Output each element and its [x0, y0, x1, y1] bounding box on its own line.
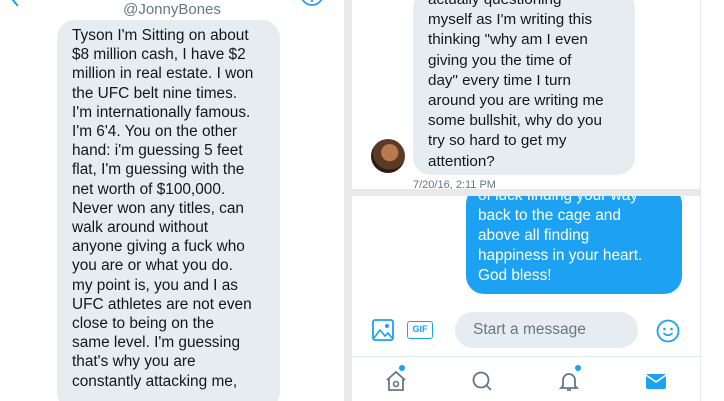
- notifications-icon[interactable]: [557, 369, 581, 393]
- home-icon[interactable]: [384, 369, 408, 393]
- message-timestamp: 7/20/16, 2:11 PM: [413, 179, 496, 189]
- info-icon[interactable]: [300, 0, 324, 10]
- right-bottom-conversation-screenshot: of luck finding your way back to the cag…: [352, 196, 700, 401]
- adjacent-screenshot-edge: [700, 0, 724, 401]
- gif-button[interactable]: GIF: [407, 321, 433, 339]
- home-notification-dot: [399, 365, 405, 371]
- avatar[interactable]: [371, 139, 405, 173]
- message-text: actually questioning myself as I'm writi…: [428, 0, 604, 170]
- message-input[interactable]: [455, 312, 638, 348]
- conversation-handle[interactable]: @JonnyBones: [0, 1, 344, 18]
- message-text: Tyson I'm Sitting on about $8 million ca…: [72, 27, 254, 390]
- left-conversation-screenshot: @JonnyBones Tyson I'm Sitting on about $…: [0, 0, 344, 401]
- right-top-conversation-screenshot: actually questioning myself as I'm writi…: [352, 0, 700, 189]
- bottom-tab-bar: [352, 356, 700, 401]
- messages-icon[interactable]: [644, 369, 668, 393]
- incoming-message-bubble: actually questioning myself as I'm writi…: [413, 0, 635, 175]
- emoji-icon[interactable]: [656, 319, 680, 343]
- outgoing-message-bubble: of luck finding your way back to the cag…: [466, 196, 682, 294]
- incoming-message-bubble: Tyson I'm Sitting on about $8 million ca…: [57, 20, 280, 401]
- message-text: of luck finding your way back to the cag…: [478, 196, 643, 284]
- compose-bar: GIF: [352, 306, 700, 352]
- search-icon[interactable]: [470, 369, 494, 393]
- photo-icon[interactable]: [372, 319, 394, 341]
- conversation-header: @JonnyBones: [0, 0, 344, 20]
- notifications-dot: [575, 365, 581, 371]
